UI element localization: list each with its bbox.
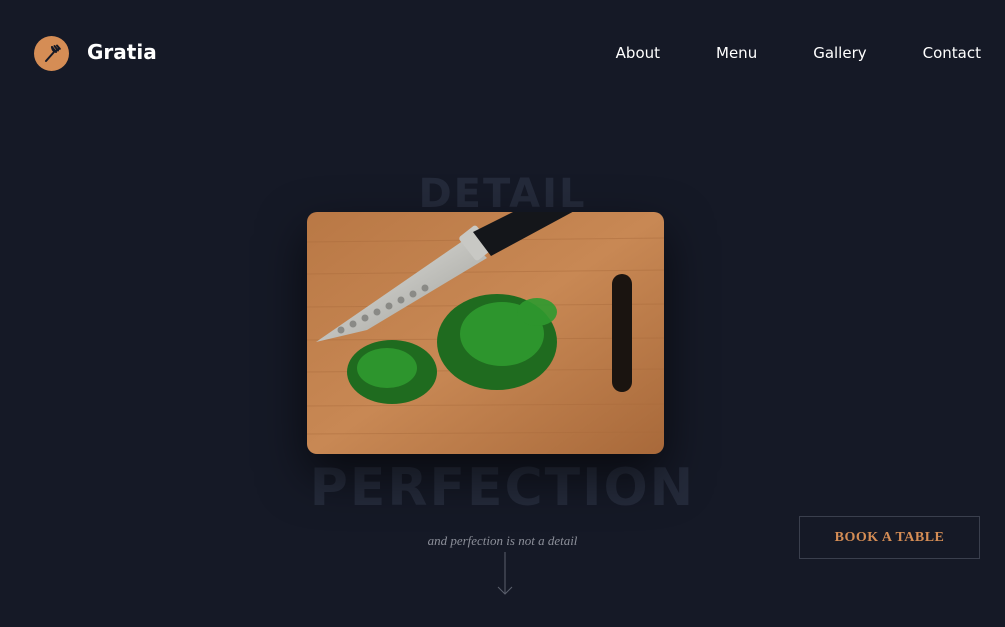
site-header: Gratia About Menu Gallery Contact <box>0 0 1005 106</box>
nav-contact[interactable]: Contact <box>923 44 981 62</box>
hero-word-perfection: PERFECTION <box>309 458 696 518</box>
brand-name[interactable]: Gratia <box>87 40 157 64</box>
hero-word-detail: DETAIL <box>418 171 587 217</box>
nav-menu[interactable]: Menu <box>716 44 757 62</box>
scroll-down-icon[interactable] <box>495 552 515 598</box>
fork-icon[interactable] <box>34 36 69 71</box>
nav-about[interactable]: About <box>616 44 660 62</box>
nav-gallery[interactable]: Gallery <box>813 44 866 62</box>
book-table-button[interactable]: BOOK A TABLE <box>799 516 980 559</box>
hero-image-cutting-board <box>307 212 664 454</box>
main-nav: About Menu Gallery Contact <box>560 44 981 62</box>
